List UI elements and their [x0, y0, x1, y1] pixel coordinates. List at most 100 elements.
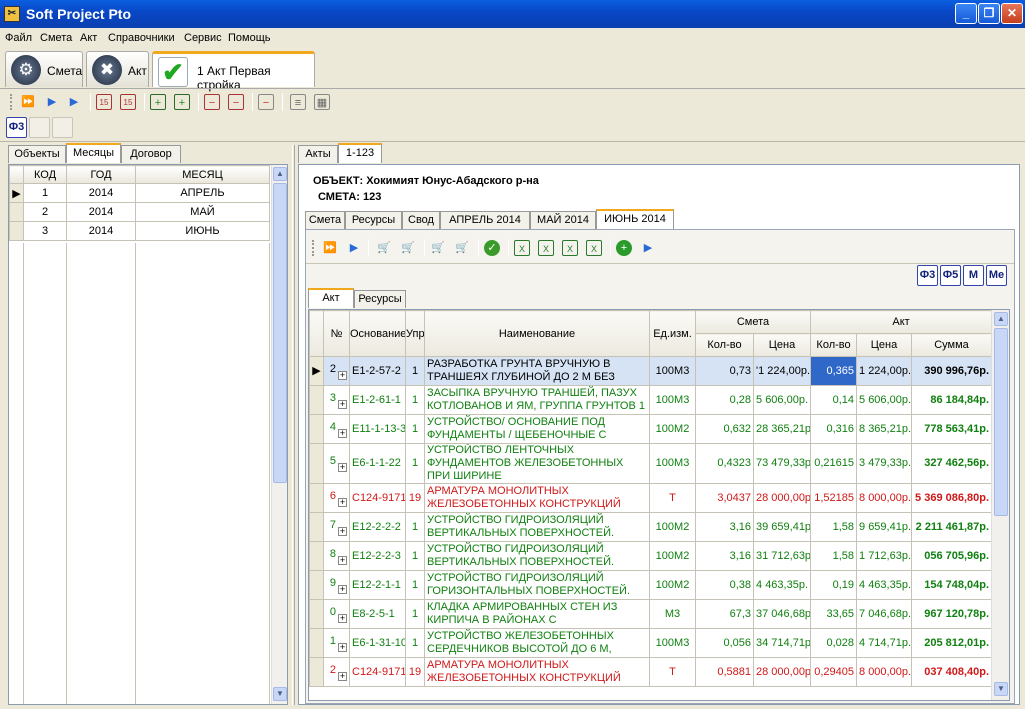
header-akt[interactable]: Акт: [810, 310, 993, 334]
delete-document-icon[interactable]: −: [258, 94, 274, 110]
cell-smeta-price[interactable]: '1 224,00р.: [752, 356, 812, 386]
cart-icon[interactable]: 🛒: [400, 240, 416, 256]
months-scrollbar[interactable]: ▲ ▼: [271, 165, 287, 704]
cell-smeta-price[interactable]: 39 659,41р.: [752, 512, 812, 542]
excel-icon[interactable]: X: [514, 240, 530, 256]
cell-smeta-price[interactable]: 31 712,63р.: [752, 541, 812, 571]
cell-smeta-price[interactable]: 28 365,21р.: [752, 414, 812, 444]
cell-osnovanie[interactable]: Е1-2-57-2: [349, 356, 406, 386]
table-row[interactable]: +8 Е12-2-2-3 1 УСТРОЙСТВО ГИДРОИЗОЛЯЦИЙ ВЕР…: [309, 541, 993, 571]
cell-akt-sum[interactable]: 390 996,76р.: [911, 356, 993, 386]
cell-upr[interactable]: 19: [405, 657, 425, 687]
cell-akt-sum[interactable]: 967 120,78р.: [911, 599, 993, 629]
menu-directories[interactable]: Справочники: [108, 32, 175, 44]
table-row[interactable]: +3 Е1-2-61-1 1 ЗАСЫПКА ВРУЧНУЮ ТРАНШЕЙ, ПАЗ…: [309, 385, 993, 415]
table-row[interactable]: 3 2014 ИЮНЬ: [9, 221, 270, 241]
header-number[interactable]: №: [323, 310, 350, 357]
cell[interactable]: МАЙ: [135, 202, 270, 222]
form-f5-button[interactable]: Ф5: [940, 265, 961, 286]
excel-icon[interactable]: X: [586, 240, 602, 256]
column-header[interactable]: КОД: [23, 165, 67, 184]
cell-akt-qty[interactable]: 0,028: [810, 628, 858, 658]
cell-akt-qty[interactable]: 0,365: [810, 356, 858, 386]
cell-osnovanie[interactable]: Е12-2-2-3: [349, 541, 406, 571]
cell-akt-qty[interactable]: 1,58: [810, 512, 858, 542]
check-icon[interactable]: ✓: [484, 240, 500, 256]
table-row[interactable]: +0 Е8-2-5-1 1 КЛАДКА АРМИРОВАННЫХ СТЕН ИЗ К…: [309, 599, 993, 629]
cell-akt-qty[interactable]: 0,19: [810, 570, 858, 600]
tab-act[interactable]: Акт: [308, 288, 354, 308]
cell[interactable]: 2014: [66, 202, 136, 222]
table-row[interactable]: +9 Е12-2-1-1 1 УСТРОЙСТВО ГИДРОИЗОЛЯЦИЙ ГОР…: [309, 570, 993, 600]
cell-name[interactable]: УСТРОЙСТВО ГИДРОИЗОЛЯЦИЙ ВЕРТИКАЛЬНЫХ ПО…: [424, 541, 650, 571]
cell[interactable]: ИЮНЬ: [135, 221, 270, 241]
cell-akt-qty[interactable]: 0,21615: [810, 443, 858, 484]
scroll-thumb[interactable]: [273, 183, 287, 483]
cell-osnovanie[interactable]: Е8-2-5-1: [349, 599, 406, 629]
cell-osnovanie[interactable]: Е6-1-1-22: [349, 443, 406, 484]
cell-upr[interactable]: 1: [405, 443, 425, 484]
cell-akt-qty[interactable]: 0,316: [810, 414, 858, 444]
cell-unit[interactable]: Т: [649, 657, 696, 687]
tab-svod[interactable]: Свод: [402, 211, 440, 229]
toolbar-grip[interactable]: [312, 240, 315, 256]
cell-osnovanie[interactable]: Е6-1-31-10: [349, 628, 406, 658]
cell-akt-sum[interactable]: 056 705,96р.: [911, 541, 993, 571]
table-row[interactable]: +1 Е6-1-31-10 1 УСТРОЙСТВО ЖЕЛЕЗОБЕТОННЫХ С…: [309, 628, 993, 658]
form-me-button[interactable]: Ме: [986, 265, 1007, 286]
cell-smeta-price[interactable]: 28 000,00р.: [752, 657, 812, 687]
tab-june-2014[interactable]: ИЮНЬ 2014: [596, 209, 674, 229]
column-header[interactable]: МЕСЯЦ: [135, 165, 270, 184]
cell-akt-price[interactable]: 8 000,00р.: [856, 657, 913, 687]
cell-unit[interactable]: М3: [649, 599, 696, 629]
table-row[interactable]: +5 Е6-1-1-22 1 УСТРОЙСТВО ЛЕНТОЧНЫХ ФУНДАМЕ…: [309, 443, 993, 484]
cell-name[interactable]: УСТРОЙСТВО ЖЕЛЕЗОБЕТОННЫХ СЕРДЕЧНИКОВ ВЫ…: [424, 628, 650, 658]
doc-tab-first-akt[interactable]: ✔ 1 Акт Первая стройка: [152, 51, 315, 92]
tab-months[interactable]: Месяцы: [66, 143, 121, 163]
row-number[interactable]: +0: [323, 599, 350, 629]
cart-export-icon[interactable]: 🛒: [454, 240, 470, 256]
add-icon[interactable]: +: [616, 240, 632, 256]
excel-icon[interactable]: X: [562, 240, 578, 256]
empty-button[interactable]: [29, 117, 50, 138]
cell-upr[interactable]: 1: [405, 512, 425, 542]
cell-upr[interactable]: 1: [405, 628, 425, 658]
header-smeta-qty[interactable]: Кол-во: [695, 333, 754, 357]
expand-icon[interactable]: +: [338, 613, 347, 623]
minimize-button[interactable]: _: [955, 3, 977, 24]
tab-resources[interactable]: Ресурсы: [345, 211, 402, 229]
header-unit[interactable]: Ед.изм.: [649, 310, 696, 357]
cell-upr[interactable]: 1: [405, 356, 425, 386]
header-smeta[interactable]: Смета: [694, 310, 812, 334]
cart-add-icon[interactable]: 🛒: [376, 240, 392, 256]
calendar-remove-icon[interactable]: 15: [120, 94, 136, 110]
cell-akt-price[interactable]: 4 463,35р.: [856, 570, 913, 600]
splitter[interactable]: [292, 145, 295, 705]
play-icon[interactable]: ▶: [640, 240, 656, 256]
restore-button[interactable]: ❐: [978, 3, 1000, 24]
cell-smeta-qty[interactable]: 3,16: [695, 541, 754, 571]
fast-forward-icon[interactable]: ⏩: [322, 240, 338, 256]
expand-icon[interactable]: +: [338, 642, 347, 652]
cell-akt-price[interactable]: 1 224,00р.: [856, 356, 913, 386]
row-number[interactable]: +2: [323, 356, 350, 386]
cell-smeta-price[interactable]: 37 046,68р.: [752, 599, 812, 629]
cell-akt-price[interactable]: 9 659,41р.: [856, 512, 913, 542]
tab-may-2014[interactable]: МАЙ 2014: [530, 211, 596, 229]
cell-smeta-price[interactable]: 73 479,33р.: [752, 443, 812, 484]
cell-unit[interactable]: 100М2: [649, 512, 696, 542]
row-number[interactable]: +6: [323, 483, 350, 513]
cell-unit[interactable]: 100М3: [649, 443, 696, 484]
fast-forward-icon[interactable]: ⏩: [20, 94, 36, 110]
cell-osnovanie[interactable]: С124-9171: [349, 483, 406, 513]
expand-icon[interactable]: +: [338, 428, 347, 438]
cell-akt-price[interactable]: 7 046,68р.: [856, 599, 913, 629]
header-akt-sum[interactable]: Сумма: [911, 333, 993, 357]
toolbar-grip[interactable]: [10, 94, 13, 110]
cell-upr[interactable]: 19: [405, 483, 425, 513]
cell-akt-price[interactable]: 8 000,00р.: [856, 483, 913, 513]
cell-smeta-qty[interactable]: 0,5881: [695, 657, 754, 687]
cell[interactable]: 2: [23, 202, 67, 222]
column-header[interactable]: ГОД: [66, 165, 136, 184]
expand-icon[interactable]: +: [338, 671, 347, 681]
